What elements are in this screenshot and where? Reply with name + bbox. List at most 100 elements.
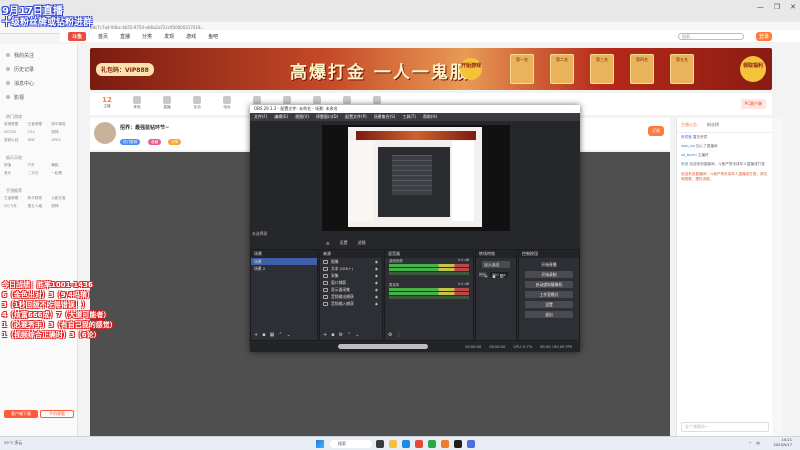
eye-icon[interactable]: ◉ xyxy=(375,295,378,299)
sidebar-fun-link[interactable]: 音乐 xyxy=(4,171,26,176)
nav-games[interactable]: 游戏 xyxy=(186,33,196,40)
sidebar-mobile-link[interactable]: QQ飞车 xyxy=(4,204,26,209)
eye-icon[interactable]: ◉ xyxy=(375,274,378,278)
exit-button[interactable]: 退出 xyxy=(525,311,573,318)
banner-welfare-button[interactable]: 领取福利 xyxy=(740,56,766,82)
tab-fans[interactable]: 粉丝榜 xyxy=(707,122,719,128)
ime-icon[interactable]: 中 xyxy=(756,441,760,447)
down-icon[interactable]: ⌄ xyxy=(287,332,291,338)
chrome-icon[interactable] xyxy=(415,440,423,448)
sidebar-game-link[interactable]: 王者荣耀 xyxy=(28,122,50,127)
source-item[interactable]: 显示器采集 ◉ xyxy=(320,286,382,293)
source-item[interactable]: 文本 (GDI+) ◉ xyxy=(320,265,382,272)
eye-icon[interactable]: ◉ xyxy=(375,267,378,271)
settings-button[interactable]: 设置 xyxy=(525,301,573,308)
sidebar-item-follow[interactable]: 我的关注 xyxy=(0,48,77,62)
sidebar-fun-link[interactable]: 舞蹈 xyxy=(51,163,73,168)
filter-icon[interactable]: ▦ xyxy=(270,332,275,338)
scene-item[interactable]: 场景 2 xyxy=(251,265,317,272)
source-item[interactable]: 图像 ◉ xyxy=(320,258,382,265)
sidebar-game-link[interactable]: 穿越火线 xyxy=(4,138,26,143)
source-item[interactable]: 音频输出捕获 ◉ xyxy=(320,293,382,300)
sidebar-game-link[interactable]: APEX xyxy=(51,138,73,143)
up-icon[interactable]: ⌃ xyxy=(278,332,282,338)
start-streaming-button[interactable]: 开始直播 xyxy=(525,261,573,268)
close-icon[interactable]: ✕ xyxy=(790,3,796,11)
wechat-icon[interactable] xyxy=(428,440,436,448)
avatar[interactable] xyxy=(94,122,116,144)
taskbar-search[interactable]: 搜索 xyxy=(330,440,372,448)
sidebar-item-video[interactable]: 影视 xyxy=(0,90,77,104)
sidebar-mobile-link[interactable]: 原神 xyxy=(51,204,73,209)
eye-icon[interactable]: ◉ xyxy=(375,281,378,285)
follow-button[interactable]: 订阅 xyxy=(648,126,664,136)
more-icon[interactable]: ⋮ xyxy=(396,332,401,338)
windows-start-icon[interactable] xyxy=(316,440,324,448)
sidebar-game-link[interactable]: 原神 xyxy=(51,130,73,135)
stat-cell[interactable]: 电台 xyxy=(218,96,236,112)
obs-preview[interactable] xyxy=(322,125,510,231)
nav-home[interactable]: 首页 xyxy=(98,33,108,40)
sidebar-game-link[interactable]: DNF xyxy=(28,138,50,143)
stat-cell[interactable]: 互动 xyxy=(188,96,206,112)
volume-slider[interactable] xyxy=(389,272,469,275)
edge-icon[interactable] xyxy=(402,440,410,448)
volume-slider[interactable] xyxy=(389,296,469,299)
menu-profile[interactable]: 配置文件(P) xyxy=(345,114,367,120)
source-item[interactable]: 窗口捕获 ◉ xyxy=(320,279,382,286)
file-explorer-icon[interactable] xyxy=(389,440,397,448)
taskbar-clock[interactable]: 14:21 2023/9/17 xyxy=(774,438,792,448)
stat-count[interactable]: 12 主播 xyxy=(98,96,116,112)
tab-announcement[interactable]: 主播公告 xyxy=(681,122,697,128)
obs-icon[interactable] xyxy=(454,440,462,448)
login-button[interactable]: 登录 xyxy=(755,31,772,41)
tag-badge[interactable]: 收藏 xyxy=(148,139,162,145)
sidebar-game-link[interactable]: 英雄联盟 xyxy=(4,122,26,127)
gear-icon[interactable]: ⚙ xyxy=(500,274,504,280)
search-input[interactable]: 搜索... xyxy=(677,32,744,40)
gear-icon[interactable]: ⚙ xyxy=(388,332,392,338)
sidebar-fun-link[interactable]: 一起看 xyxy=(51,171,73,176)
filters-button[interactable]: 滤镜 xyxy=(358,240,366,246)
source-item[interactable]: 采集 ◉ xyxy=(320,272,382,279)
eye-icon[interactable]: ◉ xyxy=(375,288,378,292)
sidebar-fun-link[interactable]: 二次元 xyxy=(28,171,50,176)
pc-client-button[interactable]: PC客户端 xyxy=(740,99,766,109)
mobile-watch-button[interactable]: 手机观看 xyxy=(40,410,74,418)
obs-title-bar[interactable]: OBS 29.1.3 - 配置文件: 未命名 - 场景: 未命名 xyxy=(250,105,580,113)
add-icon[interactable]: + xyxy=(484,274,488,280)
studio-mode-button[interactable]: 工作室模式 xyxy=(525,291,573,298)
chevron-up-icon[interactable]: ⌃ xyxy=(749,441,752,447)
stat-cell[interactable]: 直播 xyxy=(158,96,176,112)
nav-category[interactable]: 分类 xyxy=(142,33,152,40)
maximize-icon[interactable]: ❐ xyxy=(774,3,780,11)
sidebar-item-history[interactable]: 历史记录 xyxy=(0,62,77,76)
minimize-icon[interactable]: — xyxy=(757,3,764,11)
site-logo[interactable]: 斗鱼 xyxy=(68,31,87,41)
weather-widget[interactable]: 25°C 多云 xyxy=(4,440,22,446)
trash-icon[interactable]: ▪ xyxy=(262,332,265,338)
menu-view[interactable]: 视图(V) xyxy=(295,114,309,120)
virtual-camera-button[interactable]: 启动虚拟摄像机 xyxy=(525,281,573,288)
stat-cell[interactable]: 体验 xyxy=(128,96,146,112)
add-icon[interactable]: + xyxy=(254,332,258,338)
gear-icon[interactable]: ⚙ xyxy=(339,332,343,338)
trash-icon[interactable]: ▪ xyxy=(331,332,334,338)
app-icon[interactable] xyxy=(467,440,475,448)
down-icon[interactable]: ⌄ xyxy=(355,332,359,338)
scene-item[interactable]: 场景 xyxy=(251,258,317,265)
gear-icon[interactable]: ⚙ xyxy=(326,241,330,246)
nav-discover[interactable]: 发现 xyxy=(164,33,174,40)
properties-button[interactable]: 设置 xyxy=(340,240,348,246)
menu-scene-collection[interactable]: 场景集合(S) xyxy=(374,114,396,120)
douyu-icon[interactable] xyxy=(441,440,449,448)
task-view-icon[interactable] xyxy=(376,440,384,448)
client-download-button[interactable]: 客户端下载 xyxy=(4,410,38,418)
nav-live[interactable]: 直播 xyxy=(120,33,130,40)
add-icon[interactable]: + xyxy=(323,332,327,338)
sidebar-fun-link[interactable]: 颜值 xyxy=(4,163,26,168)
chat-input[interactable]: 发个弹幕呗~ xyxy=(681,422,769,432)
sidebar-mobile-link[interactable]: 第五人格 xyxy=(28,204,50,209)
sidebar-mobile-link[interactable]: 王者荣耀 xyxy=(4,196,26,201)
eye-icon[interactable]: ◉ xyxy=(375,302,378,306)
